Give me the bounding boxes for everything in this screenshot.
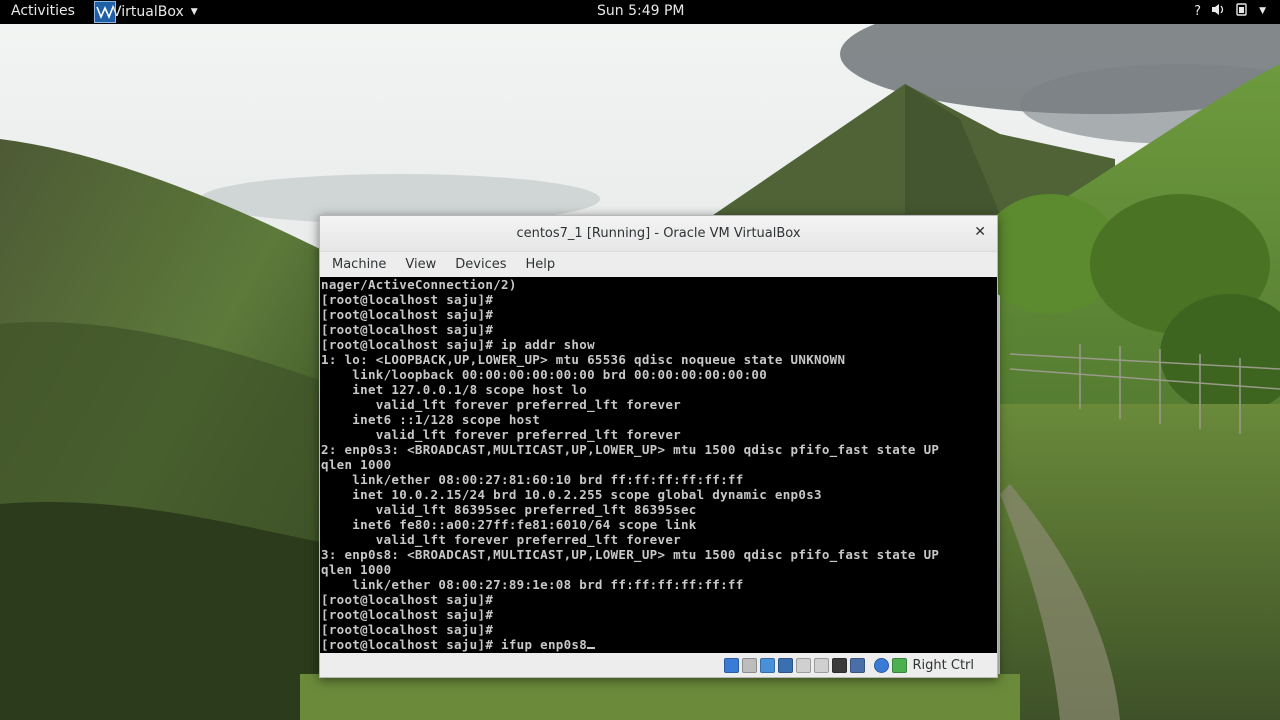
console-line: valid_lft 86395sec preferred_lft 86395se…	[321, 502, 697, 517]
console-line: [root@localhost saju]#	[321, 292, 494, 307]
optical-drive-icon[interactable]	[741, 657, 757, 673]
console-line: qlen 1000	[321, 457, 392, 472]
chevron-down-icon: ▼	[190, 7, 198, 17]
chevron-down-icon: ▼	[1259, 6, 1266, 16]
help-icon[interactable]: ?	[1194, 4, 1201, 19]
console-line: link/ether 08:00:27:89:1e:08 brd ff:ff:f…	[321, 577, 744, 592]
shared-folders-icon[interactable]	[813, 657, 829, 673]
app-menu[interactable]: VirtualBox ▼	[94, 1, 198, 23]
console-line: inet6 ::1/128 scope host	[321, 412, 541, 427]
console-line: [root@localhost saju]#	[321, 622, 494, 637]
network-icon[interactable]	[777, 657, 793, 673]
console-line: link/loopback 00:00:00:00:00:00 brd 00:0…	[321, 367, 768, 382]
window-titlebar[interactable]: centos7_1 [Running] - Oracle VM VirtualB…	[320, 216, 997, 252]
mouse-integration-icon[interactable]	[873, 657, 889, 673]
console-line: inet6 fe80::a00:27ff:fe81:6010/64 scope …	[321, 517, 697, 532]
vm-status-bar: Right Ctrl	[320, 653, 997, 677]
display-icon[interactable]	[831, 657, 847, 673]
close-icon[interactable]: ✕	[974, 224, 986, 240]
console-line: 3: enp0s8: <BROADCAST,MULTICAST,UP,LOWER…	[321, 547, 940, 562]
console-line: valid_lft forever preferred_lft forever	[321, 397, 681, 412]
window-menubar: Machine View Devices Help	[320, 252, 997, 277]
console-line: link/ether 08:00:27:81:60:10 brd ff:ff:f…	[321, 472, 744, 487]
console-line: [root@localhost saju]# ifup enp0s8	[321, 637, 588, 652]
menu-machine[interactable]: Machine	[326, 257, 392, 272]
console-line: [root@localhost saju]#	[321, 607, 494, 622]
top-bar: Activities VirtualBox ▼ Sun 5:49 PM ? ▼	[0, 0, 1280, 24]
volume-icon[interactable]	[1211, 3, 1225, 20]
audio-icon[interactable]	[759, 657, 775, 673]
clock[interactable]: Sun 5:49 PM	[597, 3, 685, 19]
system-tray[interactable]: ? ▼	[1194, 2, 1266, 20]
activities-button[interactable]: Activities	[11, 3, 75, 19]
console-line: nager/ActiveConnection/2)	[321, 277, 517, 292]
app-menu-label: VirtualBox	[112, 4, 184, 20]
menu-devices[interactable]: Devices	[449, 257, 512, 272]
console-line: [root@localhost saju]# ip addr show	[321, 337, 595, 352]
usb-icon[interactable]	[795, 657, 811, 673]
console-line: qlen 1000	[321, 562, 392, 577]
console-line: inet 10.0.2.15/24 brd 10.0.2.255 scope g…	[321, 487, 822, 502]
host-key-label: Right Ctrl	[912, 657, 975, 673]
console-text: nager/ActiveConnection/2) [root@localhos…	[320, 277, 997, 652]
menu-view[interactable]: View	[399, 257, 442, 272]
video-capture-icon[interactable]	[849, 657, 865, 673]
vm-console-screen[interactable]: nager/ActiveConnection/2) [root@localhos…	[320, 277, 997, 653]
console-line: valid_lft forever preferred_lft forever	[321, 532, 681, 547]
console-line: 1: lo: <LOOPBACK,UP,LOWER_UP> mtu 65536 …	[321, 352, 846, 367]
keyboard-capture-icon[interactable]	[891, 657, 907, 673]
hard-disk-icon[interactable]	[723, 657, 739, 673]
console-line: valid_lft forever preferred_lft forever	[321, 427, 681, 442]
console-line: [root@localhost saju]#	[321, 322, 494, 337]
virtualbox-vm-window: centos7_1 [Running] - Oracle VM VirtualB…	[319, 215, 998, 678]
menu-help[interactable]: Help	[520, 257, 562, 272]
console-line: inet 127.0.0.1/8 scope host lo	[321, 382, 588, 397]
console-line: 2: enp0s3: <BROADCAST,MULTICAST,UP,LOWER…	[321, 442, 940, 457]
text-cursor	[587, 647, 596, 649]
window-title: centos7_1 [Running] - Oracle VM VirtualB…	[516, 226, 801, 241]
console-line: [root@localhost saju]#	[321, 592, 494, 607]
power-icon[interactable]	[1235, 2, 1249, 20]
console-line: [root@localhost saju]#	[321, 307, 494, 322]
